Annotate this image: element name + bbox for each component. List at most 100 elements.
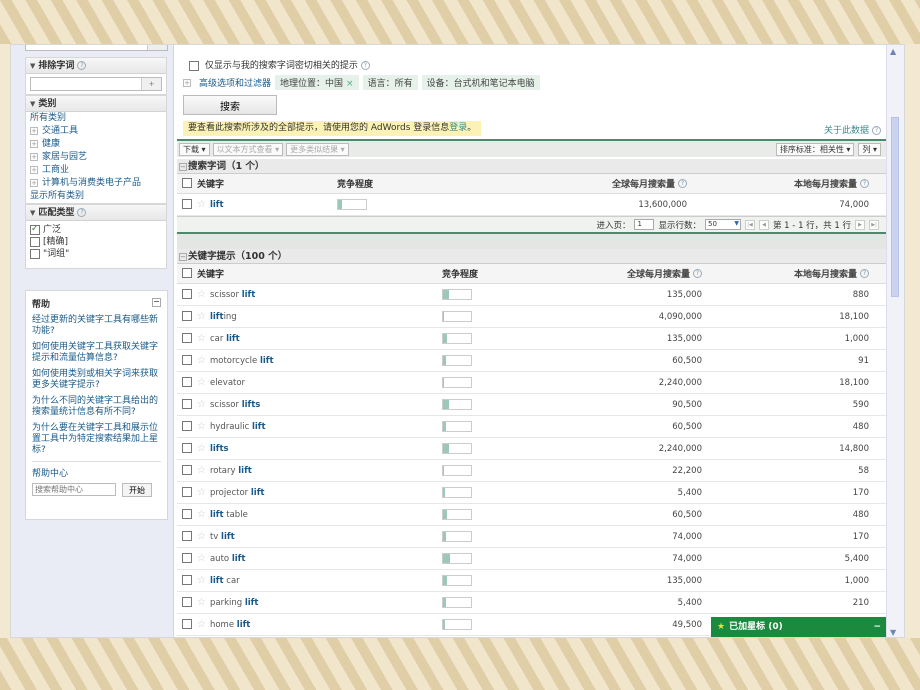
login-link[interactable]: 登录 bbox=[449, 123, 467, 133]
match-type-checkbox[interactable] bbox=[30, 236, 40, 247]
scroll-up-icon[interactable]: ▲ bbox=[890, 47, 896, 56]
row-checkbox[interactable] bbox=[182, 553, 192, 564]
help-icon[interactable]: ? bbox=[678, 179, 687, 188]
expand-icon[interactable]: + bbox=[30, 126, 38, 135]
keyword-link[interactable]: hydraulic lift bbox=[210, 422, 266, 432]
match-type-option[interactable]: "词组" bbox=[26, 248, 166, 260]
all-categories-link[interactable]: 所有类别 bbox=[26, 112, 166, 125]
star-icon[interactable]: ☆ bbox=[197, 509, 206, 520]
only-related-option[interactable]: 仅显示与我的搜索字词密切相关的提示? bbox=[189, 59, 370, 73]
expand-icon[interactable]: + bbox=[30, 152, 38, 161]
starred-panel[interactable]: ★ 已加星标 (0) − bbox=[711, 617, 887, 637]
columns-dropdown[interactable]: 列 ▾ bbox=[858, 142, 881, 156]
exclude-terms-input[interactable]: + bbox=[30, 77, 162, 91]
match-type-checkbox[interactable] bbox=[30, 248, 40, 259]
match-type-checkbox[interactable] bbox=[30, 223, 40, 235]
competition-column-header[interactable]: 竞争程度 bbox=[442, 267, 532, 280]
help-question-link[interactable]: 为什么要在关键字工具和展示位置工具中为特定搜索结果加上星标? bbox=[32, 423, 161, 456]
keyword-link[interactable]: rotary lift bbox=[210, 466, 252, 476]
sort-dropdown[interactable]: 排序标准：相关性 ▾ bbox=[775, 142, 855, 156]
scrollbar-thumb[interactable] bbox=[891, 117, 899, 297]
star-icon[interactable]: ☆ bbox=[197, 619, 206, 630]
help-center-link[interactable]: 帮助中心 bbox=[32, 466, 161, 479]
expand-icon[interactable]: + bbox=[30, 178, 38, 187]
more-like-these-button[interactable]: 更多类似结果 ▾ bbox=[286, 142, 349, 156]
keyword-link[interactable]: scissor lifts bbox=[210, 400, 260, 410]
only-related-checkbox[interactable] bbox=[189, 60, 199, 71]
help-icon[interactable]: ? bbox=[360, 61, 370, 70]
minimize-icon[interactable]: − bbox=[873, 617, 881, 637]
keyword-link[interactable]: auto lift bbox=[210, 554, 245, 564]
category-item[interactable]: + 工商业 bbox=[26, 164, 166, 177]
help-icon[interactable]: ? bbox=[77, 208, 87, 217]
help-question-link[interactable]: 经过更新的关键字工具有哪些新功能? bbox=[32, 315, 161, 337]
star-icon[interactable]: ☆ bbox=[197, 311, 206, 322]
remove-filter-icon[interactable]: × bbox=[346, 79, 354, 89]
view-as-text-button[interactable]: 以文本方式查看 ▾ bbox=[212, 142, 284, 156]
show-all-categories-link[interactable]: 显示所有类别 bbox=[26, 190, 166, 203]
keyword-column-header[interactable]: 关键字 bbox=[197, 267, 442, 280]
help-question-link[interactable]: 如何使用关键字工具获取关键字提示和流量估算信息? bbox=[32, 342, 161, 364]
add-button[interactable]: + bbox=[141, 78, 161, 90]
language-filter-chip[interactable]: 语言：所有 bbox=[362, 75, 418, 90]
row-checkbox[interactable] bbox=[182, 421, 192, 432]
keyword-link[interactable]: projector lift bbox=[210, 488, 265, 498]
row-checkbox[interactable] bbox=[182, 597, 192, 608]
match-type-header[interactable]: ▼ 匹配类型? bbox=[26, 205, 166, 221]
global-searches-column-header[interactable]: 全球每月搜索量? bbox=[532, 267, 702, 280]
minimize-icon[interactable]: − bbox=[152, 298, 161, 307]
row-checkbox[interactable] bbox=[182, 377, 192, 388]
help-icon[interactable]: ? bbox=[860, 269, 869, 278]
device-filter-chip[interactable]: 设备：台式机和笔记本电脑 bbox=[421, 75, 540, 90]
star-icon[interactable]: ☆ bbox=[197, 597, 206, 608]
category-item[interactable]: + 健康 bbox=[26, 138, 166, 151]
row-checkbox[interactable] bbox=[182, 509, 192, 520]
about-data-link[interactable]: 关于此数据? bbox=[824, 123, 881, 136]
keyword-ideas-header[interactable]: − 关键字提示（100 个） bbox=[177, 249, 887, 264]
category-item[interactable]: + 交通工具 bbox=[26, 125, 166, 138]
star-icon[interactable]: ☆ bbox=[197, 465, 206, 476]
star-icon[interactable]: ☆ bbox=[197, 531, 206, 542]
star-icon[interactable]: ☆ bbox=[197, 289, 206, 300]
first-page-button[interactable]: |◀ bbox=[744, 219, 755, 230]
select-all-checkbox[interactable] bbox=[182, 178, 192, 189]
keyword-link[interactable]: lifting bbox=[210, 312, 237, 322]
row-checkbox[interactable] bbox=[182, 531, 192, 542]
star-icon[interactable]: ☆ bbox=[197, 333, 206, 344]
expand-icon[interactable]: + bbox=[183, 78, 191, 87]
advanced-options-link[interactable]: 高级选项和过滤器 bbox=[199, 76, 271, 89]
keyword-link[interactable]: tv lift bbox=[210, 532, 235, 542]
search-button[interactable]: 搜索 bbox=[183, 95, 277, 115]
keyword-link[interactable]: lift bbox=[210, 200, 224, 210]
help-search-go-button[interactable]: 开始 bbox=[122, 483, 152, 497]
row-checkbox[interactable] bbox=[182, 289, 192, 300]
scroll-down-icon[interactable]: ▼ bbox=[890, 628, 896, 637]
search-terms-header[interactable]: − 搜索字词（1 个） bbox=[177, 159, 887, 174]
category-item[interactable]: + 家居与园艺 bbox=[26, 151, 166, 164]
star-icon[interactable]: ☆ bbox=[197, 553, 206, 564]
help-icon[interactable]: ? bbox=[693, 269, 702, 278]
rows-per-page-select[interactable]: 50 bbox=[704, 219, 741, 230]
star-icon[interactable]: ☆ bbox=[197, 575, 206, 586]
match-type-option[interactable]: [精确] bbox=[26, 236, 166, 248]
collapse-icon[interactable]: − bbox=[179, 163, 187, 171]
star-icon[interactable]: ☆ bbox=[197, 399, 206, 410]
help-icon[interactable]: ? bbox=[860, 179, 869, 188]
row-checkbox[interactable] bbox=[182, 443, 192, 454]
competition-column-header[interactable]: 竞争程度 bbox=[337, 177, 517, 190]
next-page-button[interactable]: ▶ bbox=[855, 219, 865, 230]
row-checkbox[interactable] bbox=[182, 311, 192, 322]
star-icon[interactable]: ☆ bbox=[197, 355, 206, 366]
star-icon[interactable]: ☆ bbox=[197, 199, 206, 210]
row-checkbox[interactable] bbox=[182, 575, 192, 586]
category-item[interactable]: + 计算机与消费类电子产品 bbox=[26, 177, 166, 190]
select-all-checkbox[interactable] bbox=[182, 268, 192, 279]
help-question-link[interactable]: 为什么不同的关键字工具给出的搜索量统计信息有所不同? bbox=[32, 396, 161, 418]
row-checkbox[interactable] bbox=[182, 399, 192, 410]
row-checkbox[interactable] bbox=[182, 199, 192, 210]
match-type-option[interactable]: 广泛 bbox=[26, 223, 166, 236]
keyword-link[interactable]: lift table bbox=[210, 510, 248, 520]
star-icon[interactable]: ☆ bbox=[197, 487, 206, 498]
exclude-terms-header[interactable]: ▼ 排除字词? bbox=[26, 58, 166, 74]
local-searches-column-header[interactable]: 本地每月搜索量? bbox=[687, 177, 869, 190]
